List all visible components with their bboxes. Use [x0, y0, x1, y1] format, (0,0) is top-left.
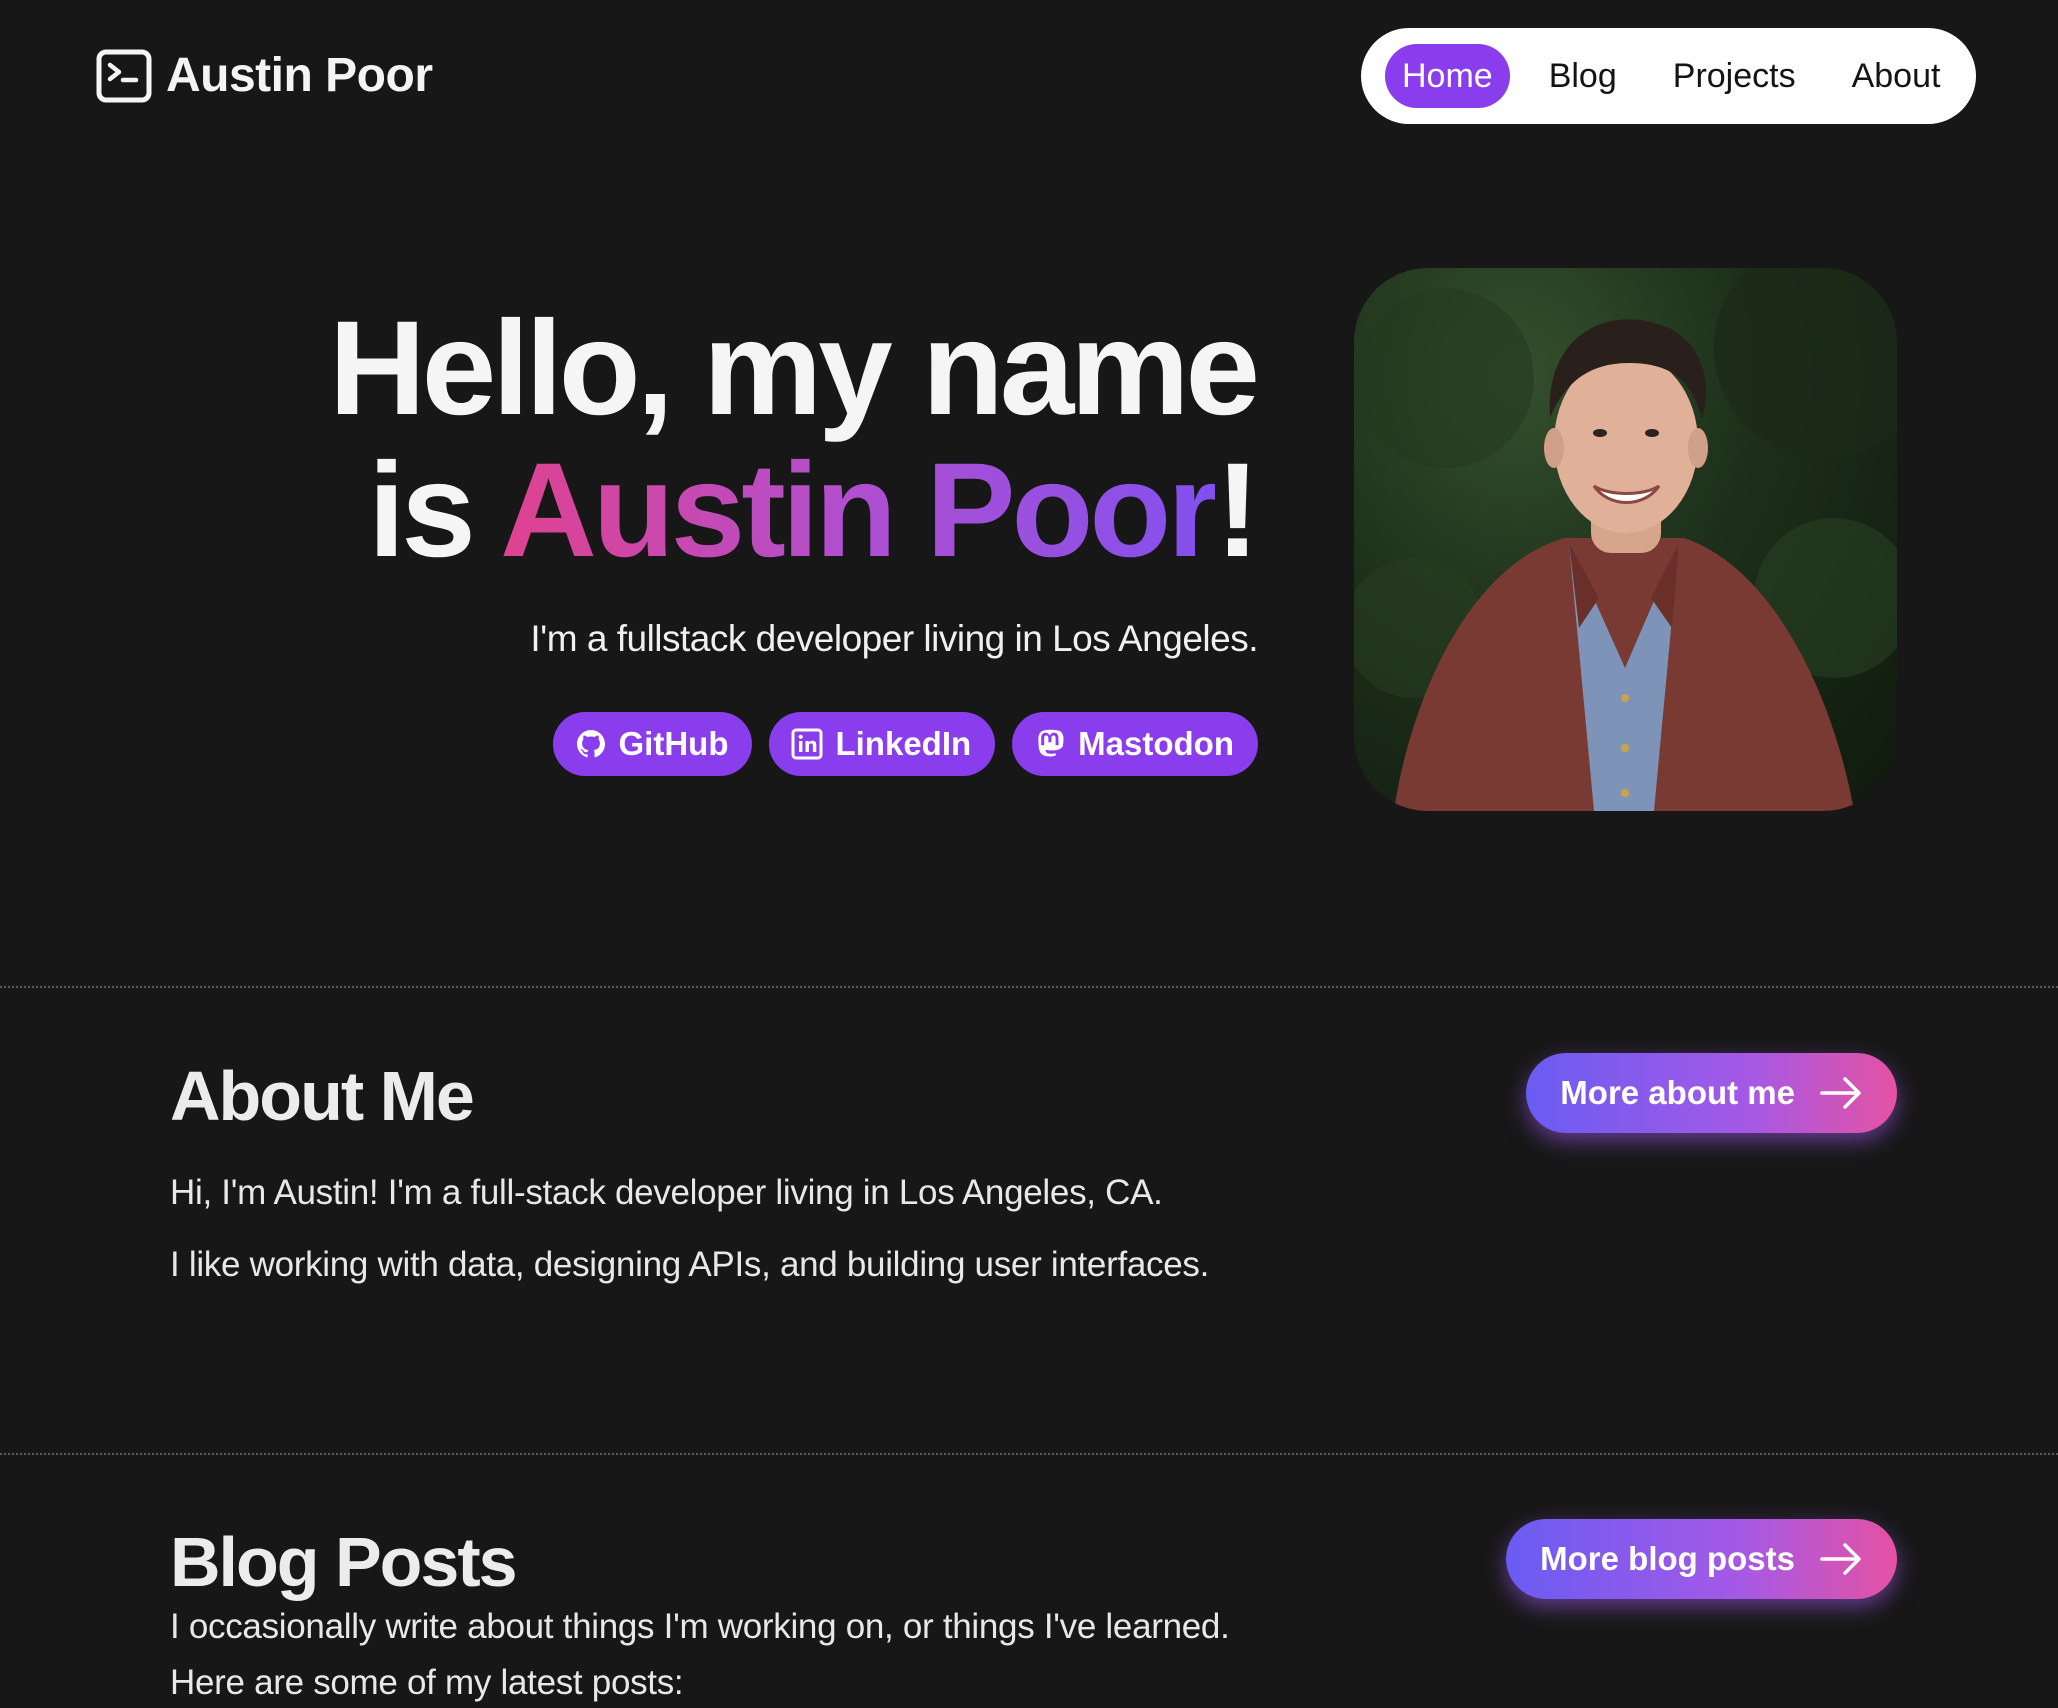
section-divider [0, 1453, 2058, 1455]
brand-name: Austin Poor [166, 49, 433, 102]
profile-photo [1354, 268, 1897, 811]
about-paragraph-1: Hi, I'm Austin! I'm a full-stack develop… [170, 1173, 1163, 1212]
mastodon-link[interactable]: Mastodon [1012, 712, 1258, 776]
more-about-me-label: More about me [1560, 1074, 1795, 1111]
social-links: GitHub LinkedIn Mastodon [552, 712, 1258, 776]
arrow-right-icon [1820, 1543, 1861, 1575]
github-link[interactable]: GitHub [552, 712, 753, 776]
mastodon-label: Mastodon [1078, 725, 1234, 762]
page: Austin Poor Home Blog Projects About Hel… [0, 0, 2058, 1708]
hero-title-is: is [368, 436, 501, 585]
linkedin-link[interactable]: LinkedIn [769, 712, 996, 776]
hero-title-line1: Hello, my name [328, 294, 1260, 443]
about-title: About Me [170, 1057, 475, 1135]
main-nav: Home Blog Projects About [1361, 28, 1976, 124]
github-icon [576, 730, 605, 758]
nav-item-projects[interactable]: Projects [1656, 44, 1813, 108]
terminal-icon [96, 49, 152, 102]
mastodon-icon [1038, 729, 1064, 757]
more-about-me-button[interactable]: More about me [1526, 1053, 1897, 1133]
blog-paragraph-1: I occasionally write about things I'm wo… [170, 1607, 1230, 1646]
hero-title: Hello, my name is Austin Poor! [329, 298, 1260, 585]
brand-home-link[interactable]: Austin Poor [96, 48, 433, 103]
github-label: GitHub [618, 725, 729, 762]
nav-item-blog[interactable]: Blog [1532, 44, 1634, 108]
blog-paragraph-2: Here are some of my latest posts: [170, 1663, 684, 1702]
blog-title: Blog Posts [170, 1523, 518, 1601]
more-blog-posts-button[interactable]: More blog posts [1506, 1519, 1897, 1599]
linkedin-label: LinkedIn [835, 725, 972, 762]
linkedin-icon [791, 728, 823, 760]
hero-title-name: Austin Poor [500, 436, 1219, 585]
about-paragraph-2: I like working with data, designing APIs… [170, 1245, 1210, 1284]
more-blog-posts-label: More blog posts [1540, 1540, 1795, 1577]
nav-item-about[interactable]: About [1835, 44, 1958, 108]
section-divider [0, 986, 2058, 988]
nav-item-home[interactable]: Home [1385, 44, 1510, 108]
hero-title-exclamation: ! [1215, 436, 1260, 585]
arrow-right-icon [1820, 1077, 1861, 1109]
hero-subtitle: I'm a fullstack developer living in Los … [530, 618, 1258, 659]
